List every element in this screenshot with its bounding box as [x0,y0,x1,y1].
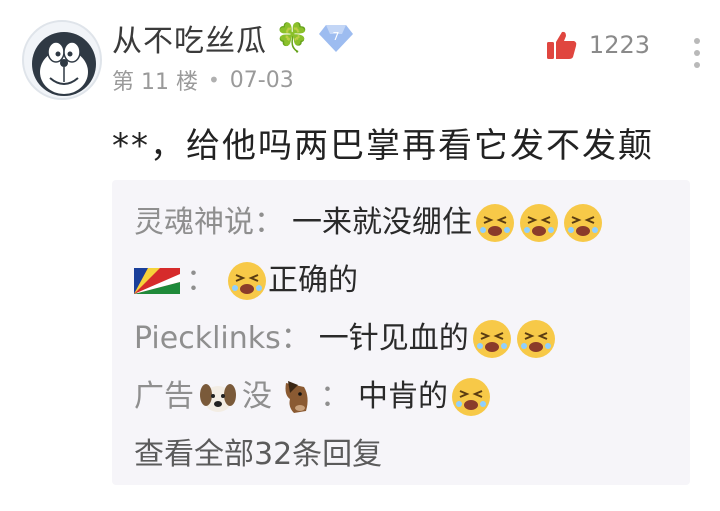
comment-text: **，给他吗两巴掌再看它发不发颠 [112,126,654,166]
reply-username[interactable]: Piecklinks [134,310,281,368]
level-badge-icon: 7 [318,25,353,52]
like-count: 1223 [588,31,650,59]
reply-item[interactable]: Piecklinks ： 一针见血的 [134,310,670,368]
username[interactable]: 从不吃丝瓜 [112,16,267,60]
laughing-emoji-icon [452,378,490,416]
laughing-emoji-icon [472,320,511,358]
laughing-emoji-icon [476,204,514,242]
reply-item[interactable]: 广告 没 ： 中肯的 [134,368,670,426]
reply-colon: ： [320,379,350,414]
avatar[interactable] [22,20,102,100]
thumbs-up-icon [546,31,577,59]
reply-text: 一针见血的 [318,321,469,356]
doraemon-avatar-icon [32,32,96,96]
reply-username-part-a[interactable]: 广告 [134,368,194,426]
reply-colon: ： [280,321,311,356]
replies-box[interactable]: 灵魂神说 ： 一来就没绷住 ： 正确的 Piecklinks ： 一针见血的 广… [112,180,690,485]
four-leaf-clover-icon: 🍀 [275,21,310,54]
post-date: 07-03 [229,67,294,93]
reply-colon: ： [254,205,284,240]
level-badge-text: 7 [332,30,339,43]
reply-colon: ： [186,263,216,298]
reply-username[interactable]: 灵魂神说 [134,194,254,252]
dog-face-icon [200,384,236,412]
horse-face-icon [285,381,308,413]
reply-item[interactable]: 灵魂神说 ： 一来就没绷住 [134,194,670,252]
meta-separator: • [207,68,220,92]
reply-text: 正确的 [268,263,358,298]
reply-username-part-b[interactable]: 没 [242,368,272,426]
reply-item[interactable]: ： 正确的 [134,252,670,310]
floor-number: 第 11 楼 [112,70,198,95]
post-meta: 第 11 楼 • 07-03 [112,64,294,96]
laughing-emoji-icon [516,320,555,358]
view-all-replies-link[interactable]: 查看全部32条回复 [134,426,670,484]
laughing-emoji-icon [228,262,266,300]
reply-text: 一来就没绷住 [292,205,472,240]
reply-text: 中肯的 [358,379,448,414]
name-row: 从不吃丝瓜 🍀 7 [112,16,354,60]
laughing-emoji-icon [520,204,558,242]
like-button[interactable]: 1223 [545,28,650,62]
flag-icon[interactable] [134,266,180,296]
laughing-emoji-icon [564,204,602,242]
more-options-icon[interactable] [692,38,702,68]
